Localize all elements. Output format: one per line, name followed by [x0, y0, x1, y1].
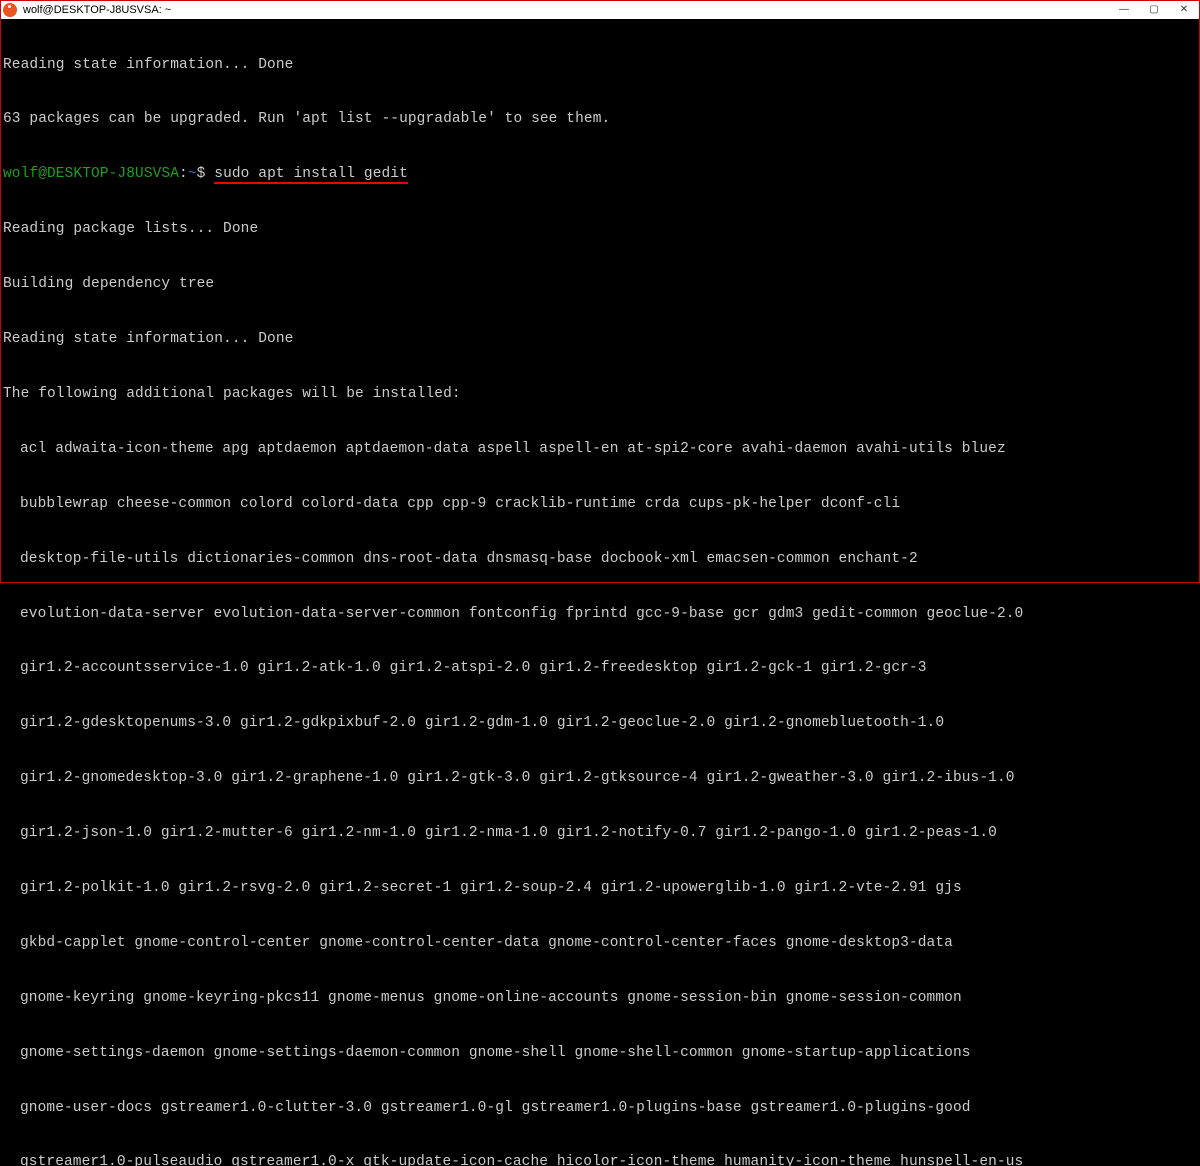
window-title: wolf@DESKTOP-J8USVSA: ~ [23, 1, 171, 19]
package-line: gnome-keyring gnome-keyring-pkcs11 gnome… [3, 989, 1197, 1007]
package-line: gnome-user-docs gstreamer1.0-clutter-3.0… [3, 1099, 1197, 1117]
command-text: sudo apt install gedit [214, 166, 408, 184]
package-line: evolution-data-server evolution-data-ser… [3, 605, 1197, 623]
prompt-path: ~ [188, 166, 197, 182]
minimize-button[interactable]: — [1109, 1, 1139, 19]
prompt-userhost: wolf@DESKTOP-J8USVSA [3, 166, 179, 182]
package-line: gnome-settings-daemon gnome-settings-dae… [3, 1044, 1197, 1062]
package-line: gir1.2-polkit-1.0 gir1.2-rsvg-2.0 gir1.2… [3, 879, 1197, 897]
output-line: Building dependency tree [3, 275, 1197, 293]
output-line: Reading state information... Done [3, 330, 1197, 348]
package-line: gir1.2-gdesktopenums-3.0 gir1.2-gdkpixbu… [3, 714, 1197, 732]
package-line: bubblewrap cheese-common colord colord-d… [3, 495, 1197, 513]
package-line: gir1.2-gnomedesktop-3.0 gir1.2-graphene-… [3, 769, 1197, 787]
prompt-line: wolf@DESKTOP-J8USVSA:~$ sudo apt install… [3, 165, 1197, 183]
package-line: gstreamer1.0-pulseaudio gstreamer1.0-x g… [3, 1153, 1197, 1166]
package-line: gir1.2-accountsservice-1.0 gir1.2-atk-1.… [3, 659, 1197, 677]
package-line: desktop-file-utils dictionaries-common d… [3, 550, 1197, 568]
maximize-button[interactable]: ▢ [1139, 1, 1169, 19]
window-controls: — ▢ ✕ [1109, 1, 1199, 19]
prompt-symbol: $ [197, 166, 206, 182]
package-line: gir1.2-json-1.0 gir1.2-mutter-6 gir1.2-n… [3, 824, 1197, 842]
prompt-colon: : [179, 166, 188, 182]
close-button[interactable]: ✕ [1169, 1, 1199, 19]
ubuntu-icon [3, 3, 17, 17]
package-line: gkbd-capplet gnome-control-center gnome-… [3, 934, 1197, 952]
output-line: Reading package lists... Done [3, 220, 1197, 238]
output-line: Reading state information... Done [3, 56, 1197, 74]
terminal-output[interactable]: Reading state information... Done 63 pac… [1, 19, 1199, 1166]
package-line: acl adwaita-icon-theme apg aptdaemon apt… [3, 440, 1197, 458]
window-titlebar: wolf@DESKTOP-J8USVSA: ~ — ▢ ✕ [1, 1, 1199, 19]
output-line: 63 packages can be upgraded. Run 'apt li… [3, 110, 1197, 128]
output-line: The following additional packages will b… [3, 385, 1197, 403]
